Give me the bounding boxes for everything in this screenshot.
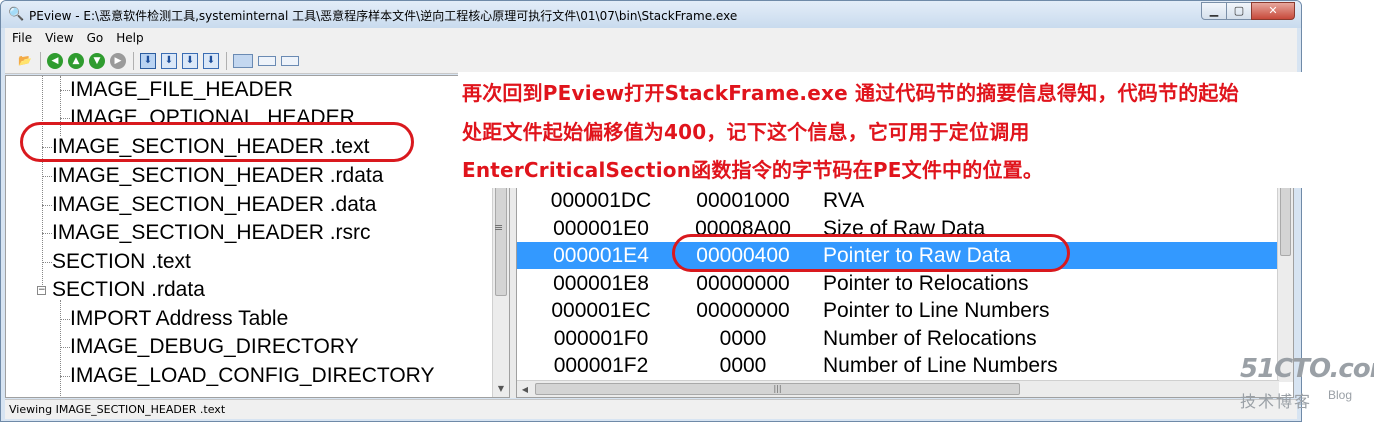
- detail-view-icon[interactable]: [281, 55, 299, 66]
- menu-file[interactable]: File: [12, 31, 32, 45]
- tree-guide-line: [60, 376, 70, 377]
- tree-item-section-header-rdata[interactable]: IMAGE_SECTION_HEADER .rdata: [52, 163, 383, 189]
- maximize-button[interactable]: ▢: [1226, 2, 1252, 20]
- tree-guide-line: [60, 118, 70, 119]
- highlight-ellipse-pointer-raw-data: [672, 234, 1070, 272]
- detail-offset: 000001F2: [553, 354, 649, 377]
- toolbar-separator: [40, 51, 41, 70]
- scroll-left-arrow-icon[interactable]: ◀: [517, 381, 533, 397]
- tree-guide-line: [60, 300, 61, 397]
- peview-window: 🔍 PEview - E:\恶意软件检测工具,systeminternal 工具…: [0, 0, 1302, 422]
- window-controls: ▁ ▢ ✕: [1201, 2, 1295, 20]
- close-button[interactable]: ✕: [1251, 2, 1295, 20]
- down-icon[interactable]: ▼: [89, 52, 105, 69]
- detail-description: RVA: [823, 189, 865, 212]
- detail-offset: 000001E4: [553, 244, 649, 267]
- detail-data: 00000000: [696, 299, 790, 322]
- detail-description: Number of Relocations: [823, 327, 1037, 350]
- up-icon[interactable]: ▲: [68, 52, 84, 69]
- detail-row[interactable]: 000001E8 00000000 Pointer to Relocations: [517, 270, 1279, 297]
- detail-row[interactable]: 000001EC 00000000 Pointer to Line Number…: [517, 297, 1279, 324]
- tree-guide-line: [42, 176, 52, 177]
- text-view-icon[interactable]: [258, 55, 276, 66]
- byte-view-icon[interactable]: ⬇: [140, 52, 156, 69]
- detail-hscroll-thumb[interactable]: |||: [535, 383, 1020, 395]
- minimize-button[interactable]: ▁: [1201, 2, 1227, 20]
- tree-item-file-header[interactable]: IMAGE_FILE_HEADER: [70, 77, 293, 103]
- menu-help[interactable]: Help: [116, 31, 143, 45]
- detail-offset: 000001E8: [553, 272, 649, 295]
- tree-guide-line: [60, 319, 70, 320]
- detail-row[interactable]: 000001DC 00001000 RVA: [517, 187, 1279, 214]
- menu-go[interactable]: Go: [87, 31, 104, 45]
- detail-data: 00001000: [696, 189, 790, 212]
- detail-offset: 000001EC: [551, 299, 651, 322]
- dword-view-icon[interactable]: ⬇: [182, 52, 198, 69]
- tree-guide-line: [60, 347, 70, 348]
- menu-bar: File View Go Help: [5, 28, 1297, 48]
- detail-data: 0000: [719, 354, 767, 377]
- tree-guide-line: [42, 262, 52, 263]
- toolbar: 📂 ◀ ▲ ▼ ▶ ⬇ ⬇ ⬇ ⬇: [5, 48, 1297, 74]
- detail-description: Pointer to Line Numbers: [823, 299, 1050, 322]
- toolbar-separator: [133, 51, 134, 70]
- watermark-subtitle: 技术博客: [1240, 392, 1313, 411]
- word-view-icon[interactable]: ⬇: [161, 52, 177, 69]
- collapse-icon[interactable]: −: [37, 286, 46, 295]
- splitter-grip-icon[interactable]: ≡: [494, 221, 503, 234]
- watermark-blog: Blog: [1328, 388, 1353, 402]
- window-title: PEview - E:\恶意软件检测工具,systeminternal 工具\恶…: [29, 9, 738, 23]
- tree-item-section-header-data[interactable]: IMAGE_SECTION_HEADER .data: [52, 192, 376, 218]
- tree-item-optional-header[interactable]: IMAGE_OPTIONAL_HEADER: [70, 105, 355, 123]
- detail-offset: 000001F0: [553, 327, 649, 350]
- site-watermark: 51CTO.com 技术博客 Blog: [1236, 354, 1374, 414]
- tree-guide-line: [42, 233, 52, 234]
- detail-data: 0000: [719, 327, 767, 350]
- tree-item-section-rdata[interactable]: SECTION .rdata: [52, 277, 205, 303]
- tree-guide-line: [42, 205, 52, 206]
- detail-description: Number of Line Numbers: [823, 354, 1058, 377]
- detail-data: 00000000: [696, 272, 790, 295]
- back-icon[interactable]: ◀: [47, 52, 63, 69]
- detail-offset: 000001E0: [553, 217, 649, 240]
- hex-view-icon[interactable]: [233, 53, 253, 68]
- menu-view[interactable]: View: [45, 31, 73, 45]
- annotation-callout: 再次回到PEview打开StackFrame.exe 通过代码节的摘要信息得知，…: [458, 72, 1304, 188]
- annotation-line-3: EnterCriticalSection函数指令的字节码在PE文件中的位置。: [462, 158, 1044, 182]
- tree-item-section-text[interactable]: SECTION .text: [52, 249, 191, 275]
- detail-horizontal-scrollbar[interactable]: ◀ |||: [517, 380, 1279, 397]
- annotation-line-1: 再次回到PEview打开StackFrame.exe 通过代码节的摘要信息得知，…: [462, 81, 1239, 105]
- detail-offset: 000001DC: [550, 189, 652, 212]
- tree-guide-line: [42, 76, 43, 291]
- scroll-down-arrow-icon[interactable]: ▼: [493, 380, 509, 397]
- highlight-ellipse-section-header: [20, 122, 414, 162]
- watermark-brand: 51CTO.com: [1240, 354, 1374, 384]
- tree-item-section-header-rsrc[interactable]: IMAGE_SECTION_HEADER .rsrc: [52, 220, 371, 246]
- app-magnifier-icon: 🔍: [8, 7, 25, 22]
- detail-row[interactable]: 000001F0 0000 Number of Relocations: [517, 325, 1279, 352]
- tree-guide-line: [60, 90, 70, 91]
- forward-icon[interactable]: ▶: [110, 52, 126, 69]
- title-bar[interactable]: 🔍 PEview - E:\恶意软件检测工具,systeminternal 工具…: [1, 1, 1301, 28]
- status-bar: Viewing IMAGE_SECTION_HEADER .text: [5, 399, 1297, 419]
- tree-item-debug-directory[interactable]: IMAGE_DEBUG_DIRECTORY: [70, 334, 359, 360]
- qword-view-icon[interactable]: ⬇: [203, 52, 219, 69]
- toolbar-separator: [226, 51, 227, 70]
- tree-item-import-address-table[interactable]: IMPORT Address Table: [70, 306, 288, 332]
- tree-item-load-config-directory[interactable]: IMAGE_LOAD_CONFIG_DIRECTORY: [70, 363, 434, 389]
- detail-description: Pointer to Relocations: [823, 272, 1029, 295]
- detail-row[interactable]: 000001F2 0000 Number of Line Numbers: [517, 352, 1279, 379]
- open-file-icon[interactable]: 📂: [17, 53, 33, 69]
- annotation-line-2: 处距文件起始偏移值为400，记下这个信息，它可用于定位调用: [462, 120, 1030, 144]
